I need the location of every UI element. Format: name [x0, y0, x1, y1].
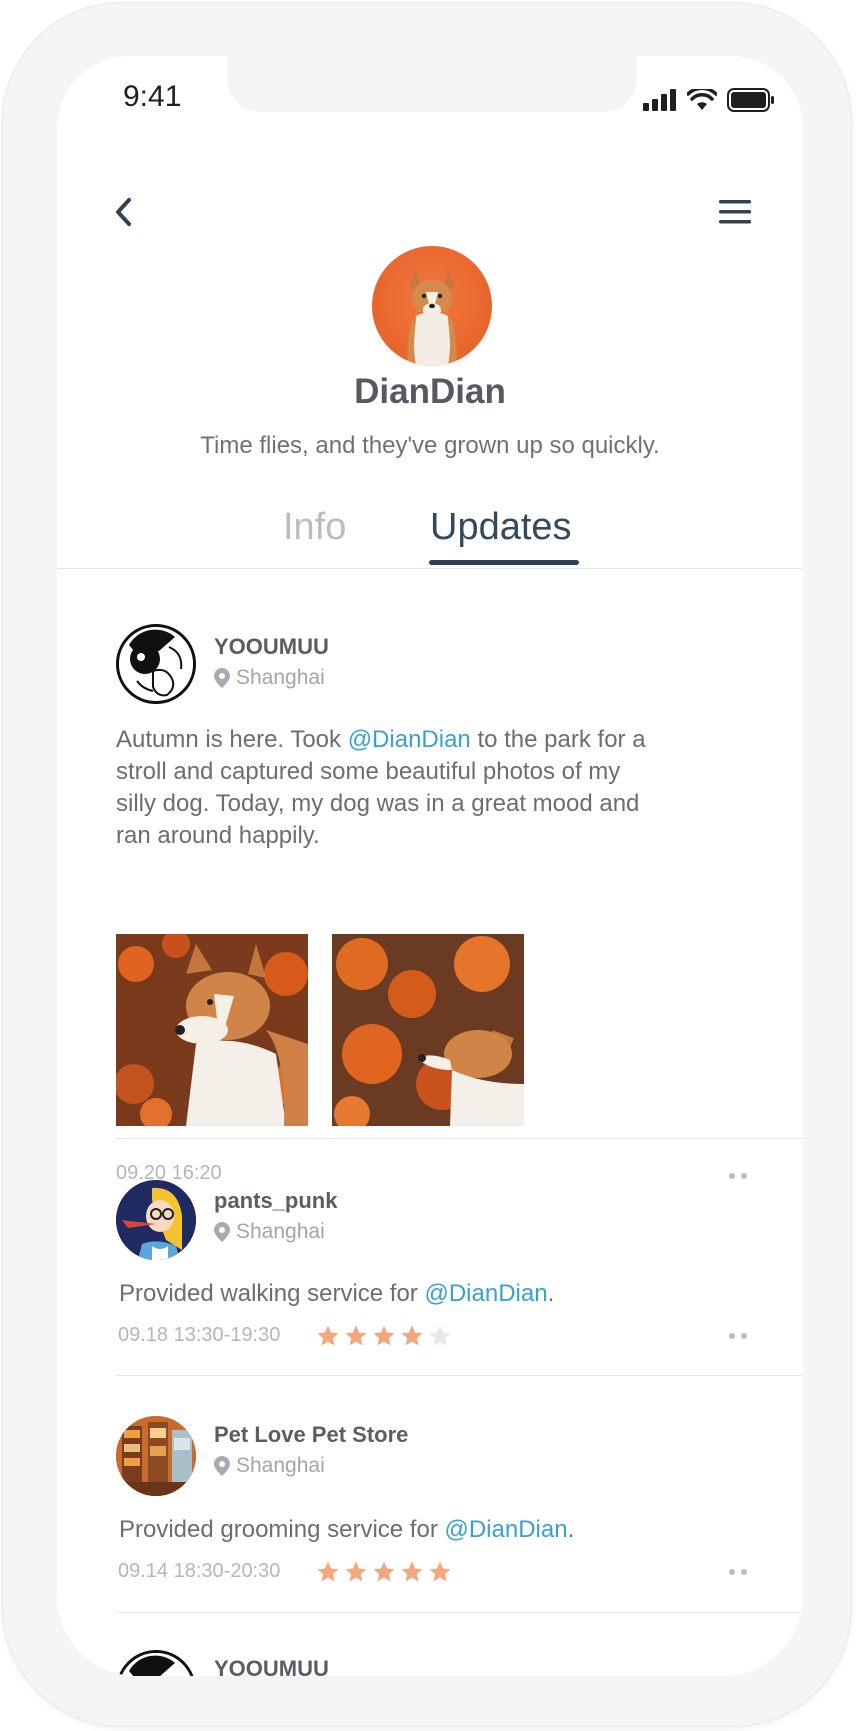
location-pin-icon: [214, 1456, 230, 1476]
rating-stars: [316, 1560, 452, 1584]
mention-link[interactable]: @DianDian: [424, 1280, 547, 1307]
avatar[interactable]: [116, 624, 196, 704]
avatar[interactable]: [116, 1180, 196, 1260]
star-icon: [429, 1325, 451, 1346]
avatar[interactable]: [116, 1650, 196, 1676]
cartoon-girl-icon: [116, 1180, 196, 1260]
corgi-icon: [407, 268, 457, 366]
location-pin-icon: [214, 1222, 230, 1242]
astronaut-icon: [119, 627, 193, 701]
star-icon: [401, 1325, 423, 1346]
active-tab-indicator: [429, 560, 579, 565]
battery-icon: [727, 88, 774, 112]
post-text-part: .: [547, 1280, 555, 1307]
star-icon: [401, 1561, 423, 1582]
post-photo[interactable]: [116, 934, 308, 1126]
star-icon: [373, 1325, 395, 1346]
post-text-part: Provided walking service for: [119, 1280, 425, 1307]
star-icon: [373, 1561, 395, 1582]
corgi-autumn-photo: [116, 934, 308, 1126]
post-location-text: Shanghai: [236, 1220, 325, 1243]
post-text: Provided walking service for @DianDian.: [119, 1278, 739, 1310]
menu-button[interactable]: [715, 192, 755, 232]
wifi-icon: [687, 89, 717, 110]
location-pin-icon: [214, 668, 230, 688]
hamburger-menu-icon: [719, 200, 751, 224]
post-location-text: Shanghai: [236, 1454, 325, 1477]
post-text: Provided grooming service for @DianDian.: [119, 1514, 739, 1546]
more-dots-icon: [729, 1173, 747, 1179]
pet-store-icon: [116, 1416, 196, 1496]
more-options-button[interactable]: [723, 1328, 753, 1344]
signal-icon: [643, 89, 676, 111]
profile-avatar: [372, 246, 492, 366]
post-location-text: Shanghai: [236, 666, 325, 689]
divider: [116, 1612, 803, 1613]
star-icon: [345, 1325, 367, 1346]
post-location: Shanghai: [214, 1454, 325, 1478]
more-options-button[interactable]: [723, 1168, 753, 1184]
chevron-left-icon: [116, 198, 131, 226]
star-icon: [345, 1561, 367, 1582]
post-username[interactable]: pants_punk: [214, 1188, 337, 1214]
more-dots-icon: [729, 1569, 747, 1575]
post-timestamp: 09.18 13:30-19:30: [118, 1324, 281, 1346]
more-dots-icon: [729, 1333, 747, 1339]
astronaut-icon: [121, 1653, 191, 1676]
corgi-autumn-photo: [332, 934, 524, 1126]
tab-info[interactable]: Info: [283, 506, 346, 549]
more-options-button[interactable]: [723, 1564, 753, 1580]
post-text-part: Autumn is here. Took: [116, 726, 348, 753]
profile-name: DianDian: [354, 372, 506, 411]
post-text-part: .: [567, 1516, 575, 1543]
post-username[interactable]: Pet Love Pet Store: [214, 1422, 408, 1448]
status-icons: [643, 88, 775, 112]
back-button[interactable]: [105, 192, 145, 232]
rating-stars: [316, 1324, 452, 1348]
post-username[interactable]: YOOUMUU: [214, 1656, 329, 1676]
star-icon: [429, 1561, 451, 1582]
avatar[interactable]: [116, 1416, 196, 1496]
mention-link[interactable]: @DianDian: [348, 726, 471, 753]
phone-frame: 9:41 DianDian Time flies, and they've gr…: [2, 2, 852, 1727]
divider: [116, 1375, 803, 1376]
notch: [227, 56, 637, 112]
post-text: Autumn is here. Took @DianDian to the pa…: [116, 724, 656, 852]
divider: [116, 1138, 803, 1139]
star-icon: [317, 1325, 339, 1346]
post-text-part: Provided grooming service for: [119, 1516, 445, 1543]
tab-updates[interactable]: Updates: [430, 506, 572, 549]
profile-bio: Time flies, and they've grown up so quic…: [200, 432, 660, 459]
star-icon: [317, 1561, 339, 1582]
post-location: Shanghai: [214, 666, 325, 690]
post-username[interactable]: YOOUMUU: [214, 634, 329, 660]
phone-screen: 9:41 DianDian Time flies, and they've gr…: [57, 56, 803, 1676]
mention-link[interactable]: @DianDian: [444, 1516, 567, 1543]
post-timestamp: 09.14 18:30-20:30: [118, 1560, 281, 1582]
post-photo[interactable]: [332, 934, 524, 1126]
status-time: 9:41: [123, 80, 182, 113]
post-location: Shanghai: [214, 1220, 325, 1244]
